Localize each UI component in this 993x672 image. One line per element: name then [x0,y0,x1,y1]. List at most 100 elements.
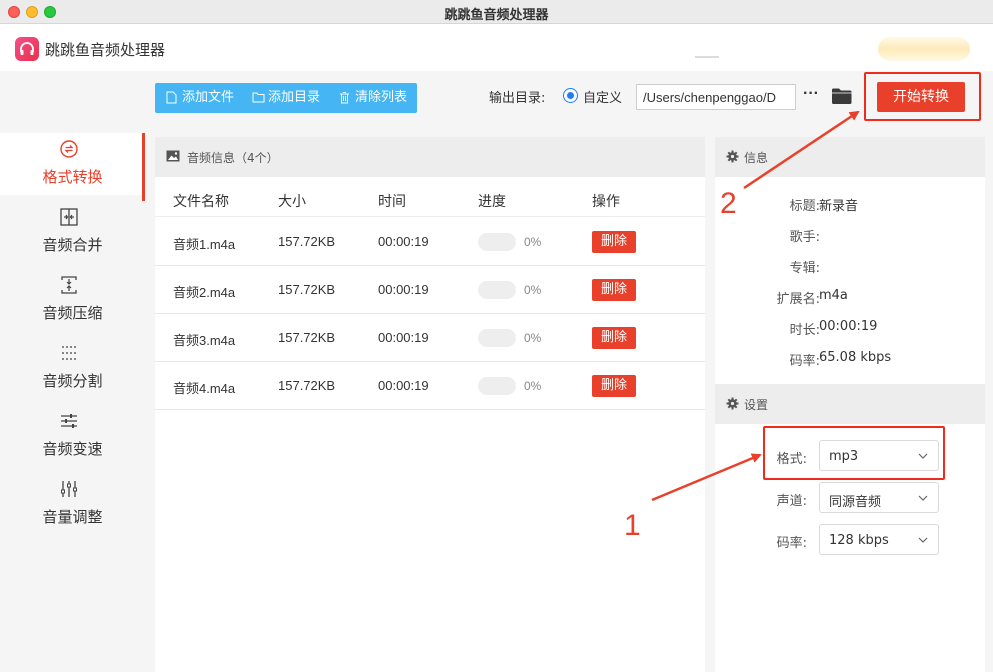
file-name: 音频4.m4a [173,381,236,396]
info-key: 歌手: [789,230,820,245]
progress-bar [478,281,516,299]
header-decoration [695,56,719,58]
sidebar-item-label: 音频变速 [42,440,103,458]
settings-title: 设置 [744,398,769,412]
volume-icon [61,481,77,497]
channel-setting: 声道: 同源音频 [715,482,985,514]
info-field-title: 标题: 新录音 [715,195,985,215]
progress-percent: 0% [524,331,542,345]
table-header: 文件名称 大小 时间 进度 操作 [155,177,705,217]
file-size: 157.72KB [278,282,336,297]
custom-radio-label[interactable]: 自定义 [583,87,622,106]
chevron-down-icon [918,495,928,501]
info-field-duration: 时长: 00:00:19 [715,319,985,339]
info-field-artist: 歌手: [715,226,985,246]
progress-percent: 0% [524,235,542,249]
sidebar-item-merge[interactable]: 音频合并 [0,201,145,263]
channel-value: 同源音频 [829,495,882,510]
info-title: 信息 [744,151,769,165]
merge-icon [60,208,78,226]
step-2-label: 2 [720,187,737,220]
delete-button[interactable]: 删除 [592,231,636,253]
file-name: 音频3.m4a [173,333,236,348]
right-panel: 信息 标题: 新录音 歌手: 专辑: 扩展名: m4a 时长: 00:00:19… [715,137,985,672]
file-list-header: 音频信息（4个） [155,137,705,177]
file-time: 00:00:19 [378,330,429,345]
channel-select[interactable]: 同源音频 [819,482,939,513]
settings-header: 设置 [715,384,985,424]
table-row[interactable]: 音频4.m4a 157.72KB 00:00:19 0% 删除 [155,362,705,410]
bitrate-select[interactable]: 128 kbps [819,524,939,555]
sidebar-item-speed[interactable]: 音频变速 [0,405,145,467]
file-name: 音频2.m4a [173,285,236,300]
add-directory-label: 添加目录 [268,90,321,105]
step-1-label: 1 [624,509,641,542]
header-banner[interactable] [878,37,970,61]
sidebar-item-label: 音频压缩 [42,304,103,322]
format-convert-icon [60,140,78,158]
window-titlebar: 跳跳鱼音频处理器 [0,0,993,24]
info-field-extension: 扩展名: m4a [715,288,985,308]
delete-button[interactable]: 删除 [592,279,636,301]
trash-icon [340,92,349,104]
app-logo-icon [15,37,39,61]
sidebar-item-label: 格式转换 [42,168,103,186]
bitrate-value: 128 kbps [829,533,889,548]
sidebar-item-format-convert[interactable]: 格式转换 [0,133,145,201]
delete-button[interactable]: 删除 [592,327,636,349]
gear-icon [726,150,739,163]
file-name: 音频1.m4a [173,237,236,252]
bitrate-setting: 码率: 128 kbps [715,524,985,556]
table-row[interactable]: 音频3.m4a 157.72KB 00:00:19 0% 删除 [155,314,705,362]
more-options-button[interactable]: ··· [803,85,819,103]
custom-radio[interactable] [563,88,578,103]
progress-bar [478,377,516,395]
info-key: 码率: [789,354,820,369]
toolbar-button-group: 添加文件 添加目录 清除列表 [155,83,417,113]
sidebar-item-label: 音频合并 [42,236,103,254]
column-header-action: 操作 [592,194,620,210]
file-list-title: 音频信息（4个） [187,151,279,165]
folder-outline-icon [252,92,265,103]
clear-list-label: 清除列表 [355,90,408,105]
info-key: 时长: [789,323,820,338]
app-header: 跳跳鱼音频处理器 [0,25,993,71]
table-row[interactable]: 音频2.m4a 157.72KB 00:00:19 0% 删除 [155,266,705,314]
compress-icon [61,276,77,294]
info-value: 新录音 [819,199,859,214]
info-key: 扩展名: [776,292,820,307]
info-key: 标题: [789,199,820,214]
split-icon [62,346,76,360]
open-folder-icon[interactable] [831,87,853,105]
highlight-box-format [763,426,945,480]
bitrate-label: 码率: [776,536,807,551]
file-size: 157.72KB [278,330,336,345]
info-value: 65.08 kbps [819,350,892,365]
channel-label: 声道: [776,494,807,509]
window-title: 跳跳鱼音频处理器 [444,8,549,23]
sidebar-item-compress[interactable]: 音频压缩 [0,269,145,331]
output-directory-label: 输出目录: [489,91,546,106]
column-header-progress: 进度 [478,194,506,210]
highlight-box-start [864,72,981,121]
progress-percent: 0% [524,283,542,297]
file-time: 00:00:19 [378,234,429,249]
gear-icon [726,397,739,410]
info-value: 00:00:19 [819,319,878,334]
column-header-time: 时间 [378,194,406,210]
sidebar-item-label: 音量调整 [42,508,103,526]
info-header: 信息 [715,137,985,177]
info-field-bitrate: 码率: 65.08 kbps [715,350,985,370]
sidebar-item-label: 音频分割 [42,372,103,390]
image-icon [166,150,180,162]
speed-icon [61,414,77,428]
chevron-down-icon [918,537,928,543]
info-field-album: 专辑: [715,257,985,277]
table-row[interactable]: 音频1.m4a 157.72KB 00:00:19 0% 删除 [155,218,705,266]
sidebar-item-split[interactable]: 音频分割 [0,337,145,399]
info-key: 专辑: [789,261,820,276]
sidebar-item-volume[interactable]: 音量调整 [0,473,145,535]
column-header-name: 文件名称 [173,194,229,210]
delete-button[interactable]: 删除 [592,375,636,397]
output-path-input[interactable]: /Users/chenpenggao/D [636,84,796,110]
